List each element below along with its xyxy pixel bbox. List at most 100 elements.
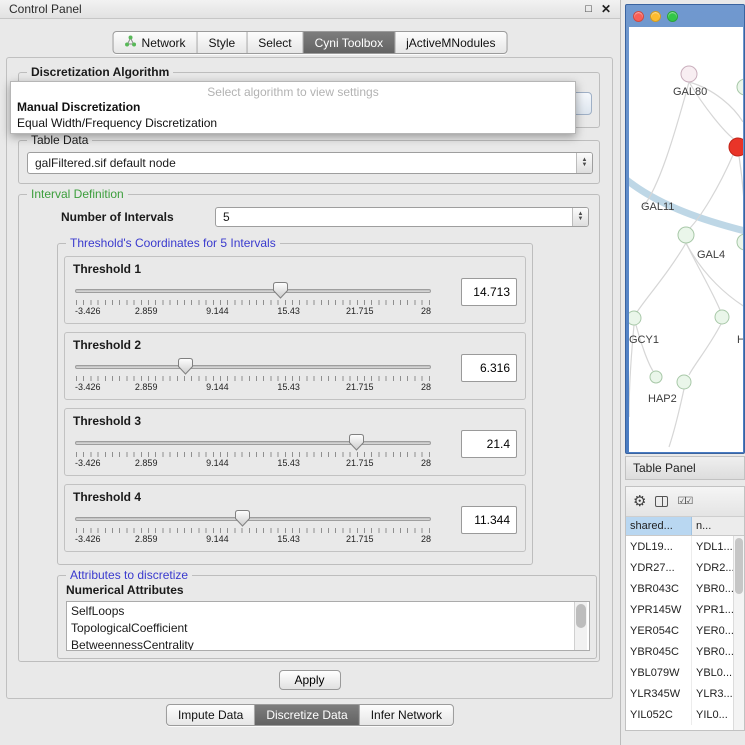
scrollbar-thumb[interactable] [576, 604, 586, 628]
table-row[interactable]: YBL079WYBL0... [626, 662, 733, 683]
threshold-value-input[interactable] [461, 430, 517, 458]
table-row[interactable]: YIL052CYIL0... [626, 704, 733, 725]
attribute-item[interactable]: SelfLoops [71, 603, 589, 620]
scale-label: 21.715 [346, 458, 374, 468]
table-cell: YLR345W [626, 683, 692, 704]
table-row[interactable]: YBR043CYBR0... [626, 578, 733, 599]
table-row[interactable]: YDR27...YDR2... [626, 557, 733, 578]
combo-stepper-icon[interactable]: ▲▼ [572, 208, 588, 226]
table-row[interactable]: YBR045CYBR0... [626, 641, 733, 662]
gear-icon[interactable]: ⚙ [633, 494, 646, 509]
network-edge[interactable] [739, 156, 743, 234]
network-node[interactable] [715, 310, 729, 324]
tab-impute-data[interactable]: Impute Data [167, 705, 255, 725]
threshold-panel-3: Threshold 3 -3.426 2.859 9.144 15.43 [64, 408, 526, 476]
close-icon[interactable]: ✕ [601, 3, 611, 15]
table-data-combobox[interactable]: galFiltered.sif default node ▲▼ [27, 152, 593, 174]
scale-label: 21.715 [346, 382, 374, 392]
numerical-attributes-list[interactable]: SelfLoopsTopologicalCoefficientBetweenne… [66, 601, 590, 651]
network-icon [125, 35, 137, 50]
attributes-scrollbar[interactable] [574, 602, 587, 650]
table-cell: YDL19... [626, 536, 692, 557]
table-cell: YER054C [626, 620, 692, 641]
threshold-value-input[interactable] [461, 354, 517, 382]
network-node[interactable] [678, 227, 694, 243]
select-columns-icon[interactable]: ☑☑ [677, 496, 691, 507]
threshold-slider[interactable]: -3.426 2.859 9.144 15.43 21.715 28 [75, 280, 431, 320]
network-edge[interactable] [637, 243, 686, 312]
network-canvas[interactable]: GAL80GAL11GAL4GCY1HAP2H [629, 27, 743, 452]
table-row[interactable]: YLR345WYLR3... [626, 683, 733, 704]
threshold-slider[interactable]: -3.426 2.859 9.144 15.43 21.715 28 [75, 432, 431, 472]
slider-thumb[interactable] [273, 282, 288, 299]
network-edge[interactable] [636, 325, 653, 371]
table-cell: YPR145W [626, 599, 692, 620]
network-edge[interactable] [689, 324, 721, 375]
network-node-label: HAP2 [648, 393, 677, 405]
table-cell: YPR1... [692, 599, 733, 620]
number-of-intervals-label: Number of Intervals [61, 210, 174, 224]
column-header-name[interactable]: n... [692, 517, 744, 535]
attribute-item[interactable]: BetweennessCentrality [71, 637, 589, 651]
table-panel-titlebar: Table Panel [625, 456, 745, 480]
zoom-window-icon[interactable] [667, 11, 678, 22]
scale-label: -3.426 [75, 306, 101, 316]
network-node[interactable] [729, 138, 743, 156]
network-node-label: GAL80 [673, 86, 707, 98]
scrollbar-thumb[interactable] [735, 538, 743, 594]
tab-label: Style [209, 36, 236, 50]
network-node[interactable] [629, 311, 641, 325]
tab-network[interactable]: Network [114, 32, 198, 53]
threshold-slider[interactable]: -3.426 2.859 9.144 15.43 21.715 28 [75, 508, 431, 548]
network-edge[interactable] [643, 82, 689, 207]
slider-track[interactable] [75, 365, 431, 369]
tab-cyni-toolbox[interactable]: Cyni Toolbox [304, 32, 395, 53]
network-node[interactable] [650, 371, 662, 383]
slider-thumb[interactable] [178, 358, 193, 375]
attribute-item[interactable]: TopologicalCoefficient [71, 620, 589, 637]
tab-infer-network[interactable]: Infer Network [360, 705, 453, 725]
scale-label: 21.715 [346, 306, 374, 316]
network-canvas-container[interactable]: GAL80GAL11GAL4GCY1HAP2H [629, 27, 743, 452]
columns-icon[interactable] [655, 496, 668, 507]
apply-button[interactable]: Apply [279, 670, 341, 690]
network-node[interactable] [681, 66, 697, 82]
table-data-group: Table Data galFiltered.sif default node … [18, 140, 600, 184]
dropdown-option-manual-discretization[interactable]: Manual Discretization [11, 99, 575, 115]
scale-label: 9.144 [206, 458, 229, 468]
slider-track[interactable] [75, 441, 431, 445]
slider-thumb[interactable] [235, 510, 250, 527]
numerical-attributes-label: Numerical Attributes [66, 583, 184, 597]
attributes-group-title: Attributes to discretize [66, 568, 192, 582]
column-header-shared-name[interactable]: shared... [626, 517, 692, 535]
close-window-icon[interactable] [633, 11, 644, 22]
network-node[interactable] [737, 79, 743, 95]
tab-discretize-data[interactable]: Discretize Data [255, 705, 359, 725]
minimize-window-icon[interactable] [650, 11, 661, 22]
network-node[interactable] [677, 375, 691, 389]
slider-thumb[interactable] [349, 434, 364, 451]
network-node[interactable] [737, 234, 743, 250]
slider-ticks [76, 528, 431, 533]
table-row[interactable]: YDL19...YDL1... [626, 536, 733, 557]
tab-select[interactable]: Select [247, 32, 303, 53]
table-row[interactable]: YER054CYER0... [626, 620, 733, 641]
table-scrollbar[interactable] [733, 536, 744, 731]
slider-track[interactable] [75, 289, 431, 293]
number-of-intervals-combobox[interactable]: 5 ▲▼ [215, 207, 589, 227]
float-window-icon[interactable]: □ [585, 4, 592, 15]
node-table-rows: YDL19...YDL1...YDR27...YDR2...YBR043CYBR… [626, 536, 733, 731]
window-controls [633, 11, 678, 22]
slider-ticks [76, 300, 431, 305]
slider-track[interactable] [75, 517, 431, 521]
table-row[interactable]: YPR145WYPR1... [626, 599, 733, 620]
threshold-slider[interactable]: -3.426 2.859 9.144 15.43 21.715 28 [75, 356, 431, 396]
scale-label: 28 [421, 534, 431, 544]
control-panel-titlebar: Control Panel □ ✕ [0, 0, 620, 19]
tab-jactivemnodules[interactable]: jActiveMNodules [395, 32, 506, 53]
threshold-value-input[interactable] [461, 278, 517, 306]
dropdown-option-equal-width-frequency[interactable]: Equal Width/Frequency Discretization [11, 115, 575, 131]
combo-stepper-icon[interactable]: ▲▼ [576, 153, 592, 173]
threshold-value-input[interactable] [461, 506, 517, 534]
tab-style[interactable]: Style [198, 32, 248, 53]
